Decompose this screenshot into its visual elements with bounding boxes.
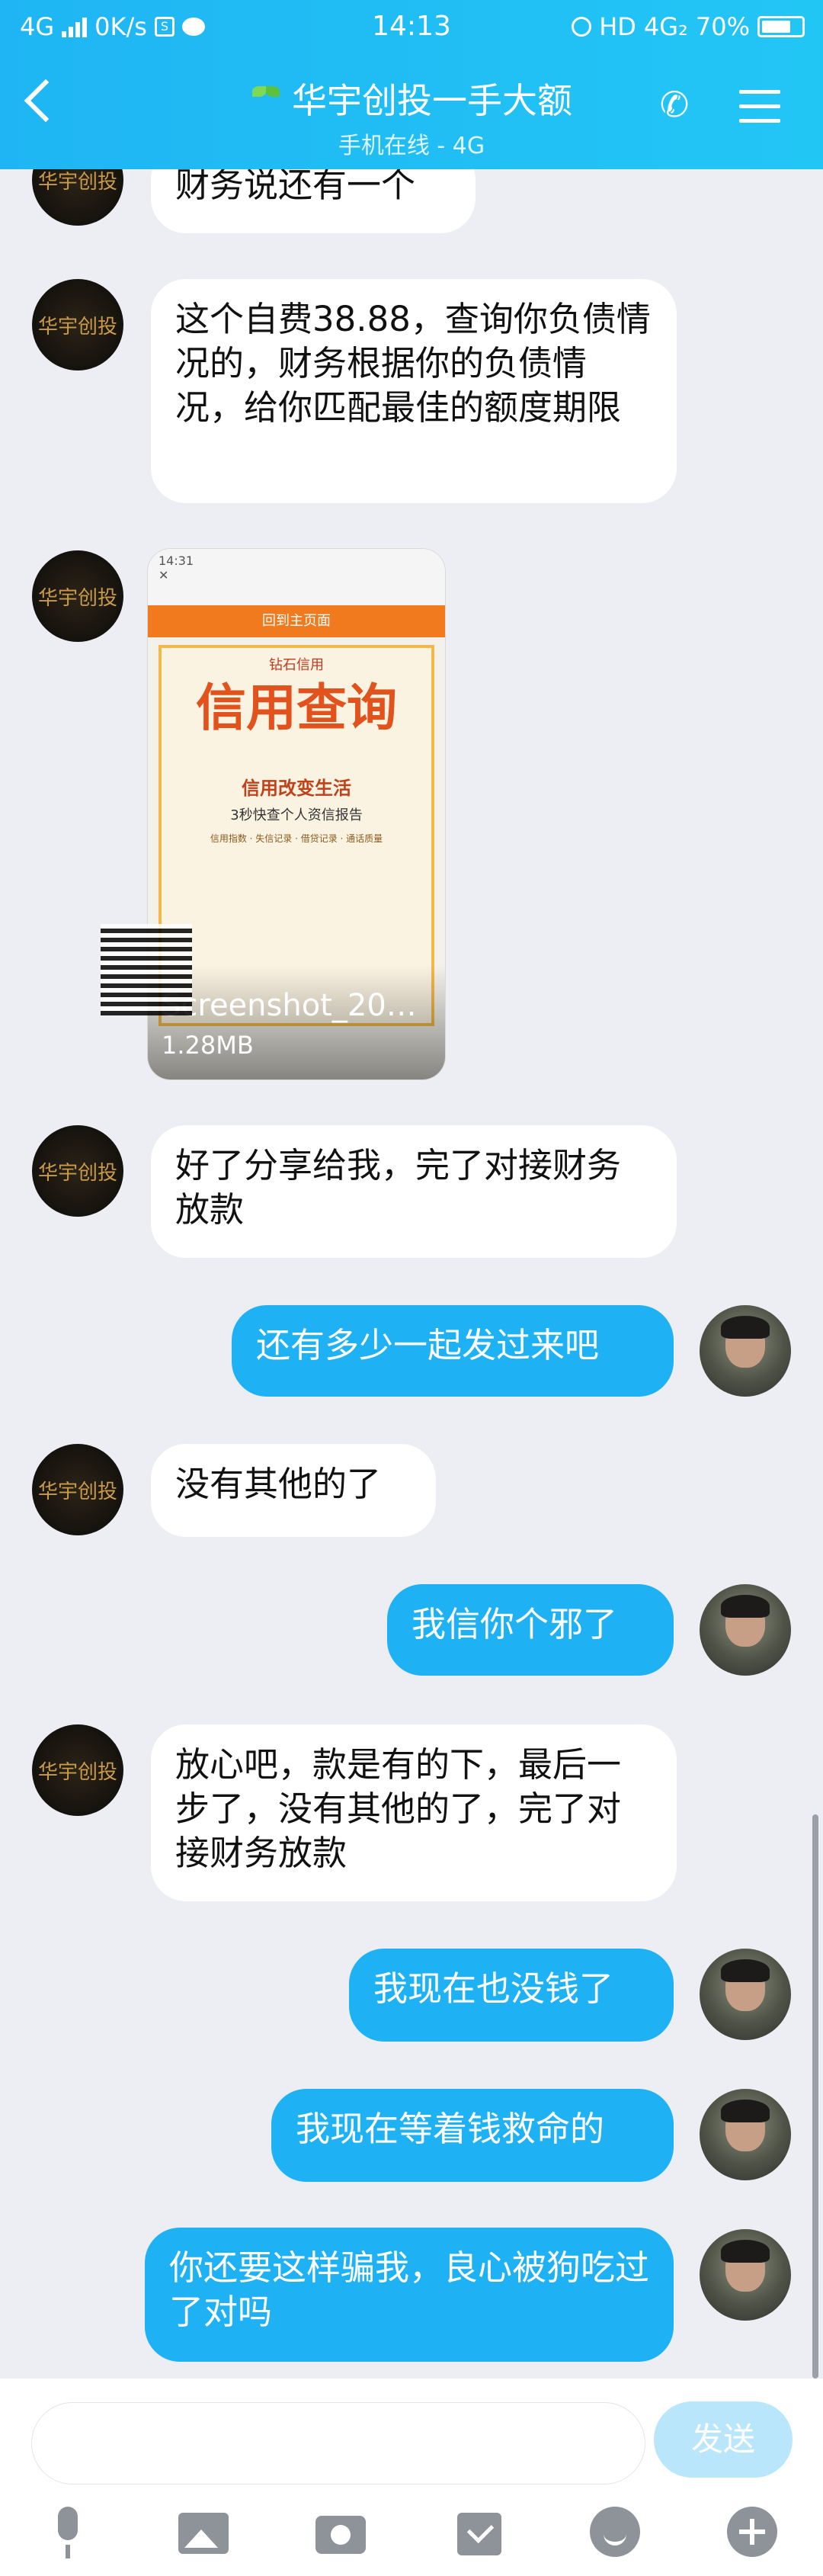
send-button[interactable]: 发送 — [654, 2401, 793, 2478]
message-bubble-incoming[interactable]: 没有其他的了 — [151, 1444, 436, 1537]
message-bubble-outgoing[interactable]: 你还要这样骗我，良心被狗吃过了对吗 — [145, 2228, 674, 2362]
qr-code-image — [101, 924, 192, 1015]
contact-avatar[interactable]: 华宇创投 — [32, 550, 123, 642]
user-avatar[interactable] — [700, 1949, 791, 2040]
avatar-text: 华宇创投 — [37, 1161, 117, 1185]
poster-slogan2: 3秒快查个人资信报告 — [230, 807, 363, 823]
battery-icon — [757, 16, 805, 37]
battery-percent: 70% — [695, 12, 750, 41]
poster-tags: 信用指数 · 失信记录 · 借贷记录 · 通话质量 — [210, 833, 383, 844]
contact-avatar[interactable]: 华宇创投 — [32, 1724, 123, 1816]
poster-slogan: 信用改变生活 — [242, 778, 351, 799]
message-bubble-incoming[interactable]: 放心吧，款是有的下，最后一步了，没有其他的了，完了对接财务放款 — [151, 1724, 677, 1901]
message-input[interactable] — [32, 2403, 645, 2484]
shared-image-message[interactable]: 14:31 ✕ 回到主页面 钻石信用 信用查询 信用改变生活 3秒快查个人资信报告… — [148, 549, 445, 1079]
user-avatar[interactable] — [700, 1584, 791, 1676]
chat-scrollbar[interactable] — [812, 1814, 818, 2379]
user-avatar[interactable] — [700, 2089, 791, 2180]
image-file-size: 1.28MB — [162, 1031, 254, 1060]
chat-title-row: 华宇创投一手大额 — [251, 73, 572, 124]
camera-icon[interactable] — [315, 2507, 369, 2560]
contact-avatar[interactable]: 华宇创投 — [32, 279, 123, 371]
plus-icon[interactable] — [727, 2507, 780, 2560]
message-bubble-incoming[interactable]: 这个自费38.88，查询你负债情况的，财务根据你的负债情况，给你匹配最佳的额度期… — [151, 279, 677, 503]
emoji-icon[interactable] — [590, 2507, 643, 2560]
input-area: 发送 — [0, 2379, 823, 2576]
chat-title: 华宇创投一手大额 — [292, 80, 572, 121]
avatar-text: 华宇创投 — [37, 1760, 117, 1784]
phone-icon[interactable]: ✆ — [655, 85, 693, 124]
status-bar: 4G 0K/s S 14:13 HD 4G₂ 70% — [0, 0, 823, 55]
contact-avatar[interactable]: 华宇创投 — [32, 1125, 123, 1217]
message-bubble-outgoing[interactable]: 还有多少一起发过来吧 — [232, 1305, 674, 1397]
image-status-bar: 14:31 ✕ — [148, 549, 445, 605]
chat-header: 4G 0K/s S 14:13 HD 4G₂ 70% 华宇创投一手大额 手机在线… — [0, 0, 823, 169]
user-avatar[interactable] — [700, 2229, 791, 2321]
message-bubble-outgoing[interactable]: 我现在等着钱救命的 — [271, 2089, 674, 2182]
red-packet-icon[interactable] — [454, 2507, 508, 2560]
user-avatar[interactable] — [700, 1305, 791, 1397]
image-orange-bar: 回到主页面 — [148, 605, 445, 637]
message-bubble-outgoing[interactable]: 我信你个邪了 — [387, 1584, 674, 1676]
message-bubble-outgoing[interactable]: 我现在也没钱了 — [349, 1949, 674, 2042]
leaf-icon — [251, 83, 281, 114]
menu-icon[interactable] — [739, 90, 780, 124]
online-status: 手机在线 - 4G — [338, 133, 485, 159]
mic-icon[interactable] — [41, 2507, 94, 2560]
network2-label: 4G₂ — [643, 12, 688, 41]
contact-avatar[interactable]: 华宇创投 — [32, 1444, 123, 1535]
poster-brand: 钻石信用 — [269, 657, 324, 673]
avatar-text: 华宇创投 — [37, 170, 117, 194]
message-bubble-incoming[interactable]: 好了分享给我，完了对接财务放款 — [151, 1125, 677, 1258]
status-right: HD 4G₂ 70% — [572, 12, 805, 41]
avatar-text: 华宇创投 — [37, 586, 117, 610]
input-toolbar — [0, 2507, 823, 2568]
image-file-name: Screenshot_20… — [162, 988, 417, 1023]
image-time: 14:31 — [159, 553, 194, 568]
image-icon[interactable] — [178, 2507, 232, 2560]
hd-label: HD — [599, 12, 636, 41]
title-block: 华宇创投一手大额 手机在线 - 4G — [0, 73, 823, 160]
avatar-text: 华宇创投 — [37, 315, 117, 338]
avatar-text: 华宇创投 — [37, 1480, 117, 1503]
poster-headline: 信用查询 — [196, 678, 397, 737]
image-caption-overlay: Screenshot_20… 1.28MB — [148, 965, 445, 1079]
alarm-icon — [572, 17, 592, 37]
